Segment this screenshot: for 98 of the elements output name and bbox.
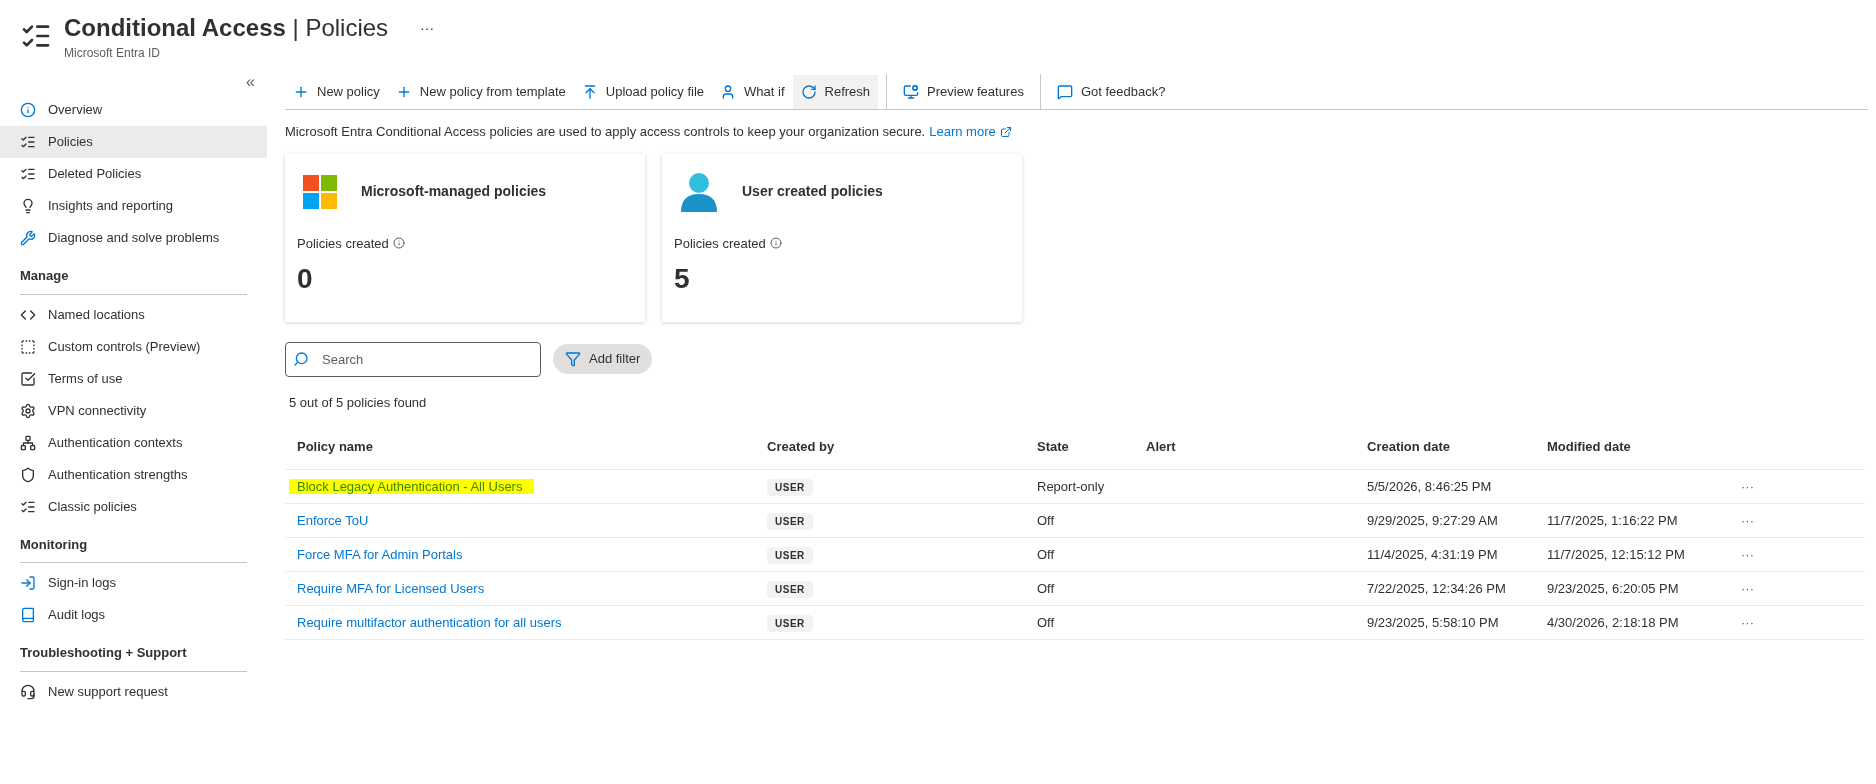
row-more-button[interactable]: ··· [1737,578,1758,599]
add-filter-button[interactable]: Add filter [553,344,653,374]
wrench-icon [20,230,36,246]
sidebar-item[interactable]: Overview [0,94,267,126]
chat-icon [1056,83,1073,100]
toolbar-button[interactable]: Preview features [895,74,1032,109]
sidebar-item[interactable]: Terms of use [0,362,267,395]
toolbar-button[interactable]: Upload policy file [573,74,713,109]
policy-link[interactable]: Require MFA for Licensed Users [297,580,485,596]
policy-link[interactable]: Require multifactor authentication for all users [297,614,562,630]
sidebar-item[interactable]: Authentication strengths [0,458,267,491]
card-value: 0 [297,262,314,296]
lightbulb-icon [20,198,36,214]
column-header: Creation date [1367,437,1452,456]
book-icon [20,607,36,623]
checkbox-icon [20,370,36,387]
intro-text: Microsoft Entra Conditional Access policies are used to apply access controls to keep your organization secure. [285,123,926,141]
toolbar-button[interactable]: Refresh [792,74,879,109]
filter-icon [565,351,581,367]
table-cell: 9/29/2025, 9:27:29 AM [1367,512,1498,528]
sidebar-item[interactable]: Named locations [0,298,267,331]
learn-more-link[interactable]: Learn more [929,122,996,142]
table-cell: 7/22/2025, 12:34:26 PM [1367,580,1506,596]
result-count: 5 out of 5 policies found [289,393,428,412]
page-title: Conditional Access | Policies [64,13,389,43]
table-cell-text: Off [1037,511,1056,530]
table-cell: 5/5/2026, 8:46:25 PM [1367,478,1492,494]
creator-tag: USER [767,478,813,496]
section-heading: Manage [20,267,70,285]
user-icon [680,171,718,212]
row-more-button[interactable]: ··· [1737,612,1758,633]
table-cell: 4/30/2026, 2:18:18 PM [1547,614,1679,630]
policy-link[interactable]: Force MFA for Admin Portals [297,546,463,562]
headset-icon [20,683,36,700]
table-cell-text: Report-only [1037,477,1106,496]
column-header: Alert [1146,437,1177,456]
policy-link[interactable]: Block Legacy Authentication - All Users [289,478,535,494]
row-more-button[interactable]: ··· [1737,476,1758,497]
info-icon [392,237,405,250]
external-link-icon [999,125,1012,138]
gear-icon [20,402,36,419]
network-icon [20,434,36,451]
toolbar-button[interactable]: What if [712,74,793,109]
card-value: 5 [674,262,691,296]
sidebar-item[interactable]: Authentication contexts [0,426,267,459]
card-label: Policies created [297,234,389,253]
sidebar-item[interactable]: Custom controls (Preview) [0,330,267,363]
section-heading: Monitoring [20,535,89,554]
more-button[interactable]: ··· [420,17,435,39]
column-header: Policy name [297,437,374,456]
refresh-icon [800,83,817,100]
toolbar-button[interactable]: Got feedback? [1048,74,1174,109]
table-cell: 11/7/2025, 1:16:22 PM [1547,512,1678,528]
square-icon [20,338,36,355]
table-cell: 11/7/2025, 12:15:12 PM [1547,546,1685,562]
card-title: Microsoft-managed policies [361,182,547,201]
creator-tag: USER [767,614,813,632]
toolbar-button[interactable]: New policy from template [387,74,574,109]
sidebar-item[interactable]: Classic policies [0,490,267,523]
checklist-icon [20,166,36,182]
checklist-icon [20,134,36,150]
monitor-gear-icon [903,83,920,100]
column-header: State [1037,437,1070,456]
info-icon [20,102,36,118]
table-cell-text: Off [1037,613,1056,632]
sidebar-item[interactable]: Sign-in logs [0,567,267,599]
policy-link[interactable]: Enforce ToU [297,512,369,528]
creator-tag: USER [767,546,813,564]
sidebar-item[interactable]: Audit logs [0,599,267,631]
windows-squares-icon [303,174,337,209]
breadcrumb: Microsoft Entra ID [64,45,162,62]
sidebar-item[interactable]: VPN connectivity [0,394,267,427]
search-icon [293,350,309,367]
sidebar-item[interactable]: Diagnose and solve problems [0,222,267,254]
shield-icon [20,466,36,483]
toolbar-button[interactable]: New policy [285,74,388,109]
section-heading: Troubleshooting + Support [20,644,188,662]
column-header: Modified date [1547,437,1632,456]
card-label: Policies created [674,234,766,253]
creator-tag: USER [767,512,813,530]
row-more-button[interactable]: ··· [1737,544,1758,565]
table-cell: 11/4/2025, 4:31:19 PM [1367,546,1498,562]
table-cell: 9/23/2025, 5:58:10 PM [1367,614,1499,630]
sign-in-icon [20,575,36,591]
search-field[interactable]: Search [285,341,541,377]
sidebar-item[interactable]: Deleted Policies [0,158,267,190]
collapse-button[interactable]: « [246,70,255,94]
column-header: Created by [767,437,836,456]
sidebar-item[interactable]: Insights and reporting [0,190,267,222]
sidebar-item[interactable]: New support request [0,675,267,708]
sidebar-item[interactable]: Policies [0,126,267,158]
row-more-button[interactable]: ··· [1737,510,1758,531]
creator-tag: USER [767,580,813,598]
table-cell-text: Off [1037,545,1056,564]
table-cell: 9/23/2025, 6:20:05 PM [1547,580,1679,596]
card-title: User created policies [742,182,883,201]
info-icon [769,237,782,250]
table-cell-text: Off [1037,579,1056,598]
